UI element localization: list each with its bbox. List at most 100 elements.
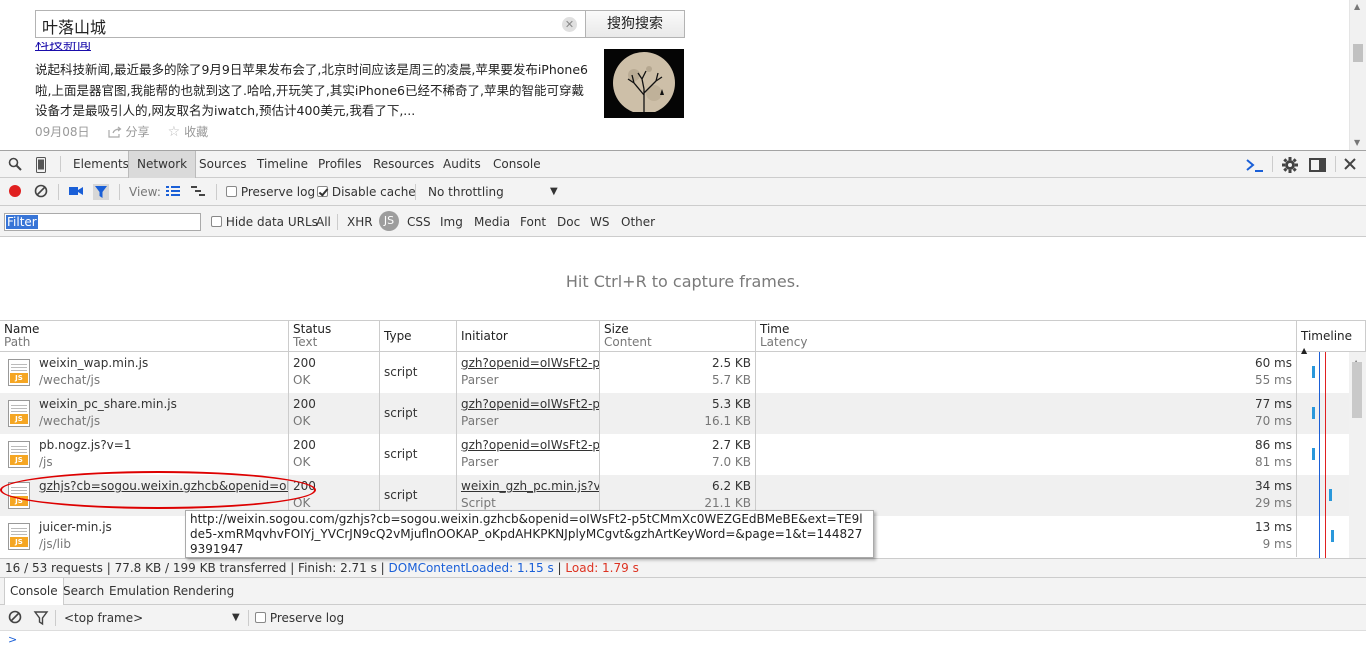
request-type-cell: script [380,352,457,393]
table-row[interactable]: JS weixin_pc_share.min.js/wechat/js 200 OK s… [0,393,1349,434]
request-initiator-cell[interactable]: gzh?openid=oIWsFt2-p... Parser [457,352,600,393]
network-toolbar: View: Preserve log Disable cache No thro… [0,178,1366,206]
collect-button[interactable]: ☆ 收藏 [168,123,209,140]
checkbox-checked-icon[interactable] [317,186,328,197]
console-drawer-icon[interactable] [1246,157,1263,173]
filter-type-img[interactable]: Img [440,215,463,229]
clear-console-icon[interactable] [8,610,24,626]
filter-input[interactable]: Filter [4,213,201,231]
column-timeline[interactable]: Timeline ▲ [1297,321,1366,355]
result-meta: 09月08日 分享 ☆ 收藏 [35,123,208,140]
tab-profiles[interactable]: Profiles [310,151,370,178]
frame-select[interactable]: <top frame> [64,611,143,625]
large-rows-icon[interactable] [165,184,181,200]
device-mode-icon[interactable] [35,157,51,173]
grid-scrollbar[interactable]: ▲ [1349,352,1366,558]
js-file-icon: JS [8,441,30,468]
initiator-link[interactable]: gzh?openid=oIWsFt2-p... [461,355,599,372]
initiator-link[interactable]: gzh?openid=oIWsFt2-p... [461,396,599,413]
scroll-up-icon[interactable]: ▲ [1354,2,1360,11]
tab-sources[interactable]: Sources [191,151,254,178]
drawer-tab-rendering[interactable]: Rendering [168,578,239,605]
js-file-icon: JS [8,359,30,386]
request-timeline-cell [1297,475,1349,516]
chevron-down-icon[interactable]: ▼ [550,186,558,197]
js-file-icon: JS [8,482,30,509]
search-input[interactable]: 叶落山城 [42,14,106,38]
tab-console[interactable]: Console [485,151,549,178]
filter-type-media[interactable]: Media [474,215,510,229]
clear-icon[interactable]: ✕ [562,17,577,32]
request-initiator-cell[interactable]: gzh?openid=oIWsFt2-p... Parser [457,393,600,434]
devtools-panel: Elements Network Sources Timeline Profil… [0,150,1366,646]
checkbox-icon[interactable] [255,612,266,623]
tab-timeline[interactable]: Timeline [249,151,316,178]
column-time[interactable]: Time Latency [756,321,1297,352]
js-file-icon: JS [8,400,30,427]
record-icon[interactable] [8,184,24,200]
request-initiator-cell[interactable]: gzh?openid=oIWsFt2-p... Parser [457,434,600,475]
console-preserve-log-checkbox[interactable]: Preserve log [255,611,344,625]
filter-type-css[interactable]: CSS [407,215,431,229]
filter-type-xhr[interactable]: XHR [347,215,373,229]
search-button[interactable]: 搜狗搜索 [585,10,685,38]
column-initiator[interactable]: Initiator [457,321,600,352]
request-name-cell[interactable]: JS weixin_pc_share.min.js/wechat/js [0,393,289,434]
domcontentloaded-time: DOMContentLoaded: 1.15 s [388,561,554,575]
drawer-tab-search[interactable]: Search [58,578,109,605]
initiator-link[interactable]: gzh?openid=oIWsFt2-p... [461,437,599,454]
search-box[interactable]: 叶落山城 ✕ [35,10,586,38]
tab-audits[interactable]: Audits [435,151,489,178]
filter-icon[interactable] [93,184,109,200]
drawer-tab-console[interactable]: Console [4,578,64,605]
column-name[interactable]: Name Path [0,321,289,352]
drawer-tab-emulation[interactable]: Emulation [104,578,175,605]
request-name: weixin_wap.min.js [39,356,149,370]
clear-log-icon[interactable] [34,184,50,200]
result-thumbnail[interactable] [604,49,684,118]
timeline-bar [1331,530,1334,542]
filter-type-doc[interactable]: Doc [557,215,580,229]
hide-data-urls-checkbox[interactable]: Hide data URLs [211,215,318,229]
view-label: View: [129,185,161,199]
gear-icon[interactable] [1282,157,1298,173]
request-name-cell[interactable]: JS pb.nogz.js?v=1/js [0,434,289,475]
request-count: 16 / 53 requests [5,561,103,575]
console-prompt[interactable]: > [8,633,17,646]
request-name-cell[interactable]: JS weixin_wap.min.js/wechat/js [0,352,289,393]
filter-type-ws[interactable]: WS [590,215,609,229]
table-row[interactable]: JS weixin_wap.min.js/wechat/js 200 OK script… [0,352,1349,393]
page-scrollbar[interactable]: ▲ ▼ [1349,0,1366,150]
filter-type-js[interactable]: JS [379,211,399,231]
disable-cache-checkbox[interactable]: Disable cache [317,185,416,199]
tab-network[interactable]: Network [128,151,197,178]
page-scroll-thumb[interactable] [1353,44,1363,62]
capture-screenshots-icon[interactable] [68,184,84,200]
column-size[interactable]: Size Content [600,321,756,352]
filter-type-font[interactable]: Font [520,215,546,229]
checkbox-icon[interactable] [211,216,222,227]
throttling-select[interactable]: No throttling [428,185,504,199]
checkbox-icon[interactable] [226,186,237,197]
chevron-down-icon[interactable]: ▼ [232,612,240,623]
js-file-icon: JS [8,523,30,550]
inspect-search-icon[interactable] [8,157,24,173]
close-icon[interactable] [1344,158,1360,174]
share-button[interactable]: 分享 [107,123,150,140]
column-status[interactable]: Status Text [289,321,380,352]
table-row[interactable]: JS pb.nogz.js?v=1/js 200 OK script gzh?openid… [0,434,1349,475]
result-title[interactable]: 科技新闻 [35,42,117,52]
column-type[interactable]: Type [380,321,457,352]
tab-resources[interactable]: Resources [365,151,442,178]
grid-scroll-thumb[interactable] [1352,362,1362,418]
tab-elements[interactable]: Elements [65,151,137,178]
filter-type-other[interactable]: Other [621,215,655,229]
dock-side-icon[interactable] [1309,157,1326,173]
scroll-down-icon[interactable]: ▼ [1354,138,1360,147]
filter-type-all[interactable]: All [316,215,331,229]
request-time-cell: 77 ms 70 ms [756,393,1297,434]
preserve-log-checkbox[interactable]: Preserve log [226,185,315,199]
overview-icon[interactable] [190,184,206,200]
initiator-link[interactable]: weixin_gzh_pc.min.js?v... [461,478,599,495]
console-filter-icon[interactable] [33,610,49,626]
